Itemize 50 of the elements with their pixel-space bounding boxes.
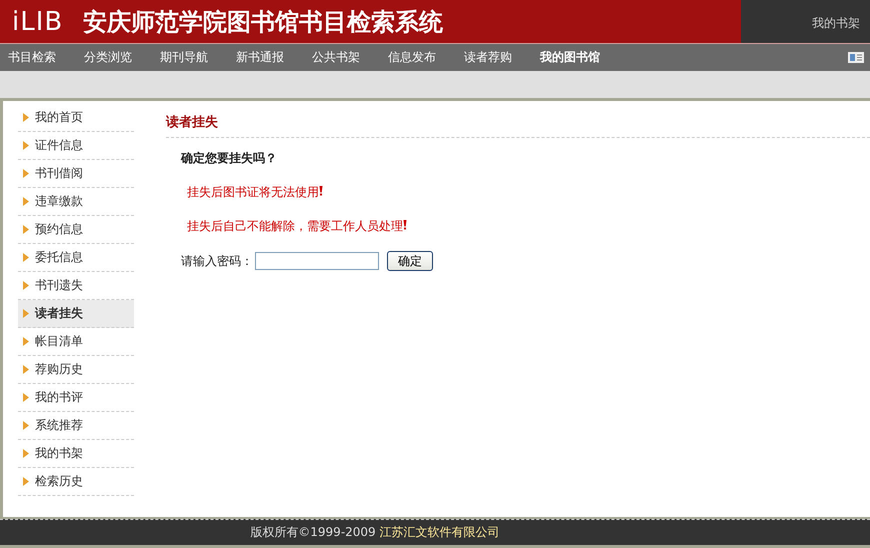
sidebar-item[interactable]: 预约信息	[18, 216, 134, 244]
confirm-button[interactable]: 确定	[387, 251, 433, 271]
sidebar-item[interactable]: 证件信息	[18, 132, 134, 160]
sidebar-item[interactable]: 我的首页	[18, 104, 134, 132]
nav-tab[interactable]: 新书通报	[236, 49, 284, 66]
arrow-icon	[23, 253, 29, 262]
nav-tab[interactable]: 书目检索	[8, 49, 56, 66]
nav-tab[interactable]: 分类浏览	[84, 49, 132, 66]
arrow-icon	[23, 337, 29, 346]
sidebar-item[interactable]: 委托信息	[18, 244, 134, 272]
arrow-icon	[23, 197, 29, 206]
sidebar-item[interactable]: 荐购历史	[18, 356, 134, 384]
nav-tab[interactable]: 信息发布	[388, 49, 436, 66]
arrow-icon	[23, 169, 29, 178]
sidebar-item[interactable]: 我的书评	[18, 384, 134, 412]
sidebar-item[interactable]: 检索历史	[18, 468, 134, 496]
sidebar-item[interactable]: 书刊借阅	[18, 160, 134, 188]
arrow-icon	[23, 309, 29, 318]
logo: iLIB	[12, 6, 64, 36]
warning-text: 挂失后图书证将无法使用	[187, 184, 870, 201]
arrow-icon	[23, 365, 29, 374]
arrow-icon	[23, 141, 29, 150]
card-icon[interactable]	[848, 52, 864, 63]
arrow-icon	[23, 393, 29, 402]
password-field[interactable]	[255, 252, 379, 270]
company-link[interactable]: 江苏汇文软件有限公司	[380, 524, 500, 541]
arrow-icon	[23, 477, 29, 486]
question-text: 确定您要挂失吗？	[181, 150, 278, 167]
nav-tab[interactable]: 读者荐购	[464, 49, 512, 66]
site-title: 安庆师范学院图书馆书目检索系统	[83, 6, 444, 38]
header-link[interactable]: 我的书架	[812, 15, 870, 32]
warning-text: 挂失后自己不能解除，需要工作人员处理	[187, 218, 870, 235]
sidebar-item[interactable]: 读者挂失	[18, 300, 134, 328]
exclamation-icon	[403, 220, 407, 230]
sidebar-item[interactable]: 我的书架	[18, 440, 134, 468]
copyright-text: 版权所有©1999-2009	[250, 524, 376, 541]
nav-tab[interactable]: 公共书架	[312, 49, 360, 66]
arrow-icon	[23, 113, 29, 122]
arrow-icon	[23, 225, 29, 234]
arrow-icon	[23, 281, 29, 290]
section-heading: 读者挂失	[166, 104, 870, 138]
nav-tab[interactable]: 期刊导航	[160, 49, 208, 66]
password-label: 请输入密码：	[181, 252, 253, 270]
exclamation-icon	[319, 186, 323, 196]
sidebar-item[interactable]: 帐目清单	[18, 328, 134, 356]
sidebar-item[interactable]: 违章缴款	[18, 188, 134, 216]
nav-tab[interactable]: 我的图书馆	[540, 49, 600, 66]
arrow-icon	[23, 449, 29, 458]
sidebar-item[interactable]: 系统推荐	[18, 412, 134, 440]
arrow-icon	[23, 421, 29, 430]
